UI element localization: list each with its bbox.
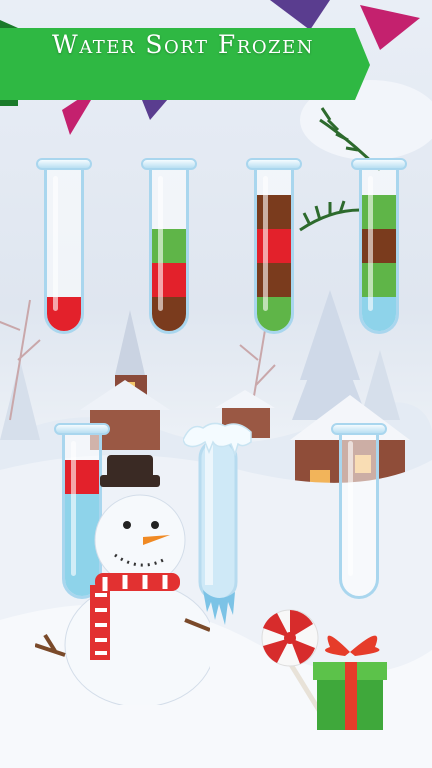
tube-body <box>149 166 189 334</box>
game-title: Water Sort Frozen <box>52 30 314 59</box>
tube-body <box>254 166 294 334</box>
tube-shine <box>53 176 58 311</box>
tube[interactable] <box>351 158 407 334</box>
tube-shine <box>158 176 163 311</box>
tube-shine <box>368 176 373 311</box>
tube-rim <box>351 158 407 170</box>
tube-rim <box>36 158 92 170</box>
tube-body <box>44 166 84 334</box>
tube[interactable] <box>141 158 197 334</box>
tube[interactable] <box>246 158 302 334</box>
tube-rim <box>54 423 110 435</box>
tube-rim <box>246 158 302 170</box>
tube-shine <box>348 441 353 576</box>
tube-rim <box>141 158 197 170</box>
gift-box-icon <box>313 635 387 730</box>
tube-shine <box>263 176 268 311</box>
game-screen: Water Sort Frozen <box>0 0 432 768</box>
tube[interactable] <box>36 158 92 334</box>
tube-rim <box>331 423 387 435</box>
tube-body <box>339 431 379 599</box>
tube-body <box>359 166 399 334</box>
tube[interactable] <box>331 423 387 599</box>
snowman-icon <box>35 455 210 705</box>
